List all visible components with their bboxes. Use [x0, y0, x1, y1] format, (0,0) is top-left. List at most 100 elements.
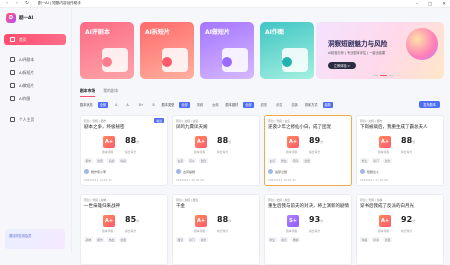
card-title: 凤鸣九霄凤天阙 — [176, 125, 208, 130]
filter-chip[interactable]: 甜宠 — [259, 102, 269, 108]
filter-chip[interactable]: A — [113, 102, 119, 107]
script-card[interactable]: 原创 | 男频 | 战神 一世枭雄归来战神 A+ 85分 剧本评级 综合得分 战神 都市 热血逆… — [80, 194, 168, 265]
tag: 重生 — [360, 158, 369, 163]
grade-label: 剧本评级 — [102, 229, 114, 233]
promo-banner[interactable]: 洞察短剧魅力与风险 AI精准分析 | 专业剧本评估 | 一键出结果 立即体验 > — [316, 22, 444, 79]
close-icon[interactable]: ✕ — [442, 2, 446, 7]
author-name: 追梦之剧 — [275, 169, 288, 174]
filter-chip[interactable]: 最新 — [322, 101, 333, 108]
card-title: 重生后我与前夫的对决，将上演新的剧情 — [268, 204, 349, 209]
tag: 热血 — [107, 237, 116, 242]
score-value: 92 — [401, 215, 413, 224]
filter-chip[interactable]: B+ — [137, 102, 146, 107]
banner-subtitle: AI精准分析 | 专业剧本评估 | 一键出结果 — [328, 51, 386, 55]
filter-chip[interactable]: 男频 — [195, 102, 205, 108]
tab-script-market[interactable]: 剧本市场 — [80, 88, 96, 97]
tag: 宫斗 — [187, 158, 197, 163]
decor-circle — [102, 57, 112, 67]
filter-chip[interactable]: 女频 — [210, 102, 220, 108]
banner-button[interactable]: 立即体验 > — [328, 62, 356, 69]
author[interactable]: 古风编剧 — [176, 169, 195, 174]
sidebar-item-split-video[interactable]: AI拆短片 — [4, 67, 66, 78]
script-card[interactable]: 原创 | 男频 | 穿越 穿书后我成了反派的白月光 A+ 92分 剧本评级 综合得分 穿越穿… — [356, 194, 444, 265]
carousel-dot[interactable] — [374, 74, 378, 76]
script-card[interactable]: 原创 | 男频 | 玄幻 逆袭少年之修仙小白，成了团宠 A+ 89分 剧本评级 综合得分玄… — [264, 115, 352, 186]
grade-badge: A+ — [287, 136, 299, 148]
filter-chip[interactable]: 逆袭 — [289, 102, 299, 108]
tool-card-script-review[interactable]: AI评剧本 — [80, 22, 134, 79]
tag: 逆袭 — [302, 158, 312, 163]
sidebar-promo[interactable]: 邀请好友领会员 — [5, 229, 65, 249]
logo-mark: D — [6, 13, 16, 23]
filter-chip[interactable]: 虐恋 — [274, 102, 284, 108]
scissors-icon — [10, 70, 15, 75]
author[interactable]: 剧作家小李 — [84, 169, 106, 174]
featured-badge: 精选 — [154, 118, 164, 123]
grade-badge: A+ — [379, 136, 391, 148]
sidebar-item-home[interactable]: 首页 — [4, 34, 66, 45]
grade-label: 剧本评级 — [102, 150, 114, 154]
tag: 复仇 — [383, 158, 392, 163]
score-label: 综合得分 — [309, 229, 321, 233]
decor-circle — [222, 57, 232, 67]
carousel-dot[interactable] — [389, 74, 393, 76]
sidebar-item-script-review[interactable]: AI评剧本 — [4, 54, 66, 65]
sidebar-item-make-video[interactable]: AI做短片 — [4, 80, 66, 91]
tool-card-split-video[interactable]: AI拆短片 — [140, 22, 194, 79]
back-icon[interactable]: ‹ — [4, 1, 10, 7]
card-meta: 原创 | 男频 | 战神 — [84, 198, 107, 202]
forward-icon[interactable]: › — [14, 1, 20, 7]
score-unit: 分 — [412, 140, 416, 144]
carousel-dots[interactable] — [374, 74, 393, 76]
script-card[interactable]: 原创 | 男频 | 都市 精选 剧本之争，终极秘密 A+ 88分 剧本评级 综合得分 都市 逆袭… — [80, 115, 168, 186]
author[interactable]: 短剧达人 — [360, 169, 379, 174]
grade-badge: A+ — [195, 215, 207, 227]
tool-card-make-video[interactable]: AI做短片 — [200, 22, 254, 79]
tool-card-image[interactable]: AI作图 — [260, 22, 314, 79]
score-value: 85 — [125, 215, 137, 224]
sidebar-item-image[interactable]: AI作图 — [4, 93, 66, 104]
tag: 穿书 — [371, 237, 381, 242]
filter-chip[interactable]: B — [150, 102, 156, 107]
tag: 婚姻 — [291, 237, 300, 242]
publish-script-button[interactable]: 发布剧本 — [419, 101, 440, 108]
tag: 古装 — [176, 158, 185, 163]
score-unit: 分 — [228, 140, 232, 144]
sidebar-item-label: 首页 — [19, 36, 27, 42]
card-title: 一世枭雄归来战神 — [84, 204, 120, 209]
grade-label: 剧本评级 — [378, 150, 390, 154]
tab-my-scripts[interactable]: 我的剧本 — [103, 88, 118, 97]
maximize-icon[interactable]: □ — [428, 2, 432, 7]
image-icon — [10, 96, 15, 101]
script-card[interactable]: 原创 | 女频 | 都市 下岗被裁后，我重生成了霸总夫人 A+ 88分 剧本评级 综合得分… — [356, 115, 444, 186]
tag: 虐恋 — [279, 237, 289, 242]
filter-chip[interactable]: 全部 — [179, 101, 190, 108]
score: 85分 — [125, 215, 139, 224]
sidebar-item-label: AI做短片 — [19, 82, 35, 88]
minimize-icon[interactable]: – — [416, 2, 418, 7]
author[interactable]: 追梦之剧 — [268, 169, 287, 174]
author-name: 短剧达人 — [367, 169, 380, 174]
tag: 甜宠 — [176, 237, 185, 242]
filter-chip[interactable]: A- — [124, 102, 131, 107]
score-label: 综合得分 — [217, 229, 229, 233]
document-icon — [10, 57, 15, 62]
script-card[interactable]: 原创 | 女频 | 虐恋 重生后我与前夫的对决，将上演新的剧情 S+ 93分 剧本评级 综… — [264, 194, 352, 265]
banner-art — [406, 28, 438, 60]
tag: 穿越 — [360, 237, 369, 242]
card-title: 千金 — [176, 204, 185, 209]
decor-circle — [282, 57, 292, 67]
script-card[interactable]: 原创 | 女频 | 古装 凤鸣九霄凤天阙 A+ 88分 剧本评级 综合得分 古装 宫斗 甜宠 古风… — [172, 115, 260, 186]
avatar — [268, 169, 273, 174]
filter-label: 剧本题材 — [225, 103, 239, 107]
script-card[interactable]: 原创 | 女频 | 甜宠 千金 A+ 88分 剧本评级 综合得分 甜宠 豪门 虐恋 — [172, 194, 260, 265]
refresh-icon[interactable]: ↻ — [24, 1, 30, 7]
filter-bar: 剧本状态 全部 A A- B+ B 剧本类型 全部 男频 女频 剧本题材 全部 甜宠 虐恋 逆袭 排序方式 最新… — [80, 101, 440, 108]
sidebar-item-profile[interactable]: 个人主页 — [4, 114, 66, 125]
tag-list: 穿越 穿书 逆袭 — [360, 237, 392, 242]
logo[interactable]: D 剧一AI — [6, 13, 33, 23]
script-card-grid: 原创 | 男频 | 都市 精选 剧本之争，终极秘密 A+ 88分 剧本评级 综合得分 都市 逆袭… — [80, 115, 446, 265]
carousel-dot[interactable] — [380, 74, 387, 76]
filter-chip[interactable]: 全部 — [97, 101, 109, 108]
filter-chip[interactable]: 全部 — [243, 101, 254, 108]
